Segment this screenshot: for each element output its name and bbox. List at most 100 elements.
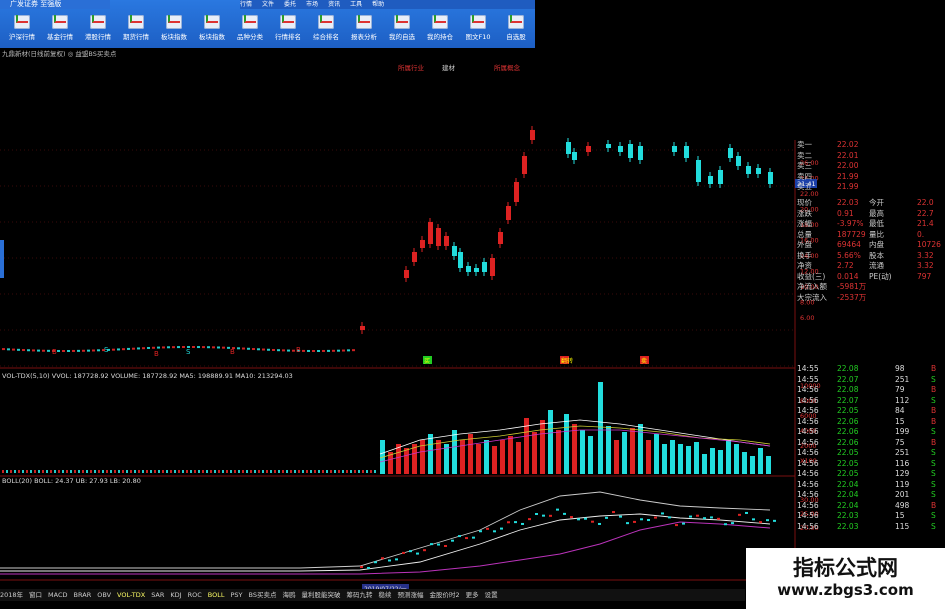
tick-row-cell: 22.08 bbox=[837, 385, 859, 394]
indicator-tab[interactable]: BOLL bbox=[208, 591, 225, 599]
ask-row-cell: 22.02 bbox=[837, 140, 859, 149]
price-flat-bar bbox=[287, 349, 290, 352]
tick-row-cell: 14:56 bbox=[797, 385, 819, 394]
boll-price-dot bbox=[598, 522, 601, 525]
tick-row-cell: 251 bbox=[895, 448, 910, 457]
volume-bar-small bbox=[150, 470, 152, 473]
ask-row: 卖五 21.99 bbox=[795, 182, 945, 193]
indicator-tab[interactable]: SAR bbox=[151, 591, 164, 599]
tick-row-cell: S bbox=[931, 479, 936, 489]
price-flat-bar bbox=[257, 348, 260, 351]
candle-body bbox=[444, 236, 449, 246]
tick-row-cell: 22.05 bbox=[837, 458, 859, 468]
price-flat-bar bbox=[242, 347, 245, 350]
candle-body bbox=[420, 240, 425, 248]
indicator-tab[interactable]: VOL-TDX bbox=[117, 591, 145, 599]
indicator-tab[interactable]: 筹码九转 bbox=[347, 591, 373, 599]
ask-row: 卖三 22.00 bbox=[795, 161, 945, 172]
volume-bar bbox=[588, 436, 593, 474]
candle-body bbox=[746, 166, 751, 174]
indicator-tab[interactable]: 窗口 bbox=[29, 591, 42, 599]
volume-bar-small bbox=[78, 470, 80, 473]
ask-row-cell: 卖三 bbox=[797, 161, 812, 170]
indicator-tab[interactable]: PSY bbox=[230, 591, 242, 599]
volume-bar-small bbox=[262, 470, 264, 473]
volume-bar bbox=[662, 444, 667, 474]
volume-bar bbox=[742, 452, 747, 474]
candle-body bbox=[506, 206, 511, 220]
tick-row: 14:56 22.06 15 B bbox=[795, 417, 945, 428]
candle-body bbox=[728, 148, 733, 158]
tick-row: 14:56 22.03 15 S bbox=[795, 511, 945, 522]
watermark-logo: 指标公式网 www.zbgs3.com bbox=[746, 548, 945, 609]
tick-row-cell: 22.05 bbox=[837, 406, 859, 415]
tick-row-cell: 15 bbox=[895, 416, 905, 426]
indicator-tab[interactable]: 海鸥 bbox=[283, 591, 296, 599]
volume-bar-small bbox=[354, 470, 356, 473]
tick-row: 14:56 22.08 79 B bbox=[795, 385, 945, 396]
indicator-tab[interactable]: KDJ bbox=[170, 591, 181, 599]
price-flat-bar bbox=[32, 349, 35, 352]
volume-bar-small bbox=[326, 470, 328, 473]
stat-row-cell: 3.32 bbox=[917, 250, 934, 260]
boll-price-dot bbox=[647, 519, 650, 522]
boll-price-dot bbox=[577, 518, 580, 521]
volume-bar-small bbox=[114, 470, 116, 473]
volume-bar-small bbox=[2, 470, 4, 473]
boll-price-dot bbox=[465, 537, 468, 540]
indicator-tab[interactable]: BS买卖点 bbox=[249, 591, 277, 599]
price-flat-bar bbox=[262, 348, 265, 351]
volume-bar bbox=[694, 442, 699, 474]
indicator-tab[interactable]: 金股价时2 bbox=[430, 591, 460, 599]
indicator-tab[interactable]: 稳续 bbox=[379, 591, 392, 599]
tick-row-cell: B bbox=[931, 500, 937, 510]
boll-price-dot bbox=[570, 516, 573, 519]
volume-bar bbox=[548, 410, 553, 474]
indicator-tab[interactable]: 2018年 bbox=[0, 591, 23, 599]
stat-row: 净资 2.72 流通 3.32 bbox=[795, 261, 945, 272]
stat-row-cell: 5.66% bbox=[837, 250, 861, 260]
boll-header: BOLL(20) BOLL: 24.37 UB: 27.93 LB: 20.80 bbox=[2, 477, 141, 485]
boll-price-dot bbox=[710, 516, 713, 519]
stat-row-cell: 10726 bbox=[917, 240, 941, 249]
stat-row-cell: 2.72 bbox=[837, 261, 854, 270]
tick-row: 14:56 22.06 75 B bbox=[795, 438, 945, 449]
boll-price-dot bbox=[542, 514, 545, 517]
candle-body bbox=[412, 252, 417, 262]
volume-bar bbox=[606, 426, 611, 474]
boll-price-dot bbox=[696, 514, 699, 517]
volume-bar-small bbox=[270, 470, 272, 473]
stat-row: 外盘 69464 内盘 10726 bbox=[795, 240, 945, 251]
stat-row-cell: PE(动) bbox=[869, 271, 892, 281]
stat-row-cell: 3.32 bbox=[917, 261, 934, 270]
stat-row: 现价 22.03 今开 22.0 bbox=[795, 198, 945, 209]
price-flat-bar bbox=[132, 347, 135, 350]
indicator-tab[interactable]: 更多 bbox=[466, 591, 479, 599]
tick-row: 14:56 22.07 112 S bbox=[795, 396, 945, 407]
boll-price-dot bbox=[416, 552, 419, 555]
candle-body bbox=[436, 228, 441, 246]
volume-bar-small bbox=[54, 470, 56, 473]
stat-row-cell: 股本 bbox=[869, 250, 884, 260]
stat-row-cell: 净流入额 bbox=[797, 282, 827, 291]
indicator-tab[interactable]: ROC bbox=[188, 591, 202, 599]
candle-body bbox=[452, 246, 457, 256]
volume-bar-small bbox=[350, 470, 352, 473]
volume-bar-small bbox=[110, 470, 112, 473]
indicator-tab[interactable]: 预测涨幅 bbox=[398, 591, 424, 599]
indicator-tab[interactable]: OBV bbox=[97, 591, 111, 599]
volume-bar bbox=[404, 448, 409, 474]
indicator-tab[interactable]: 量利股能突破 bbox=[302, 591, 341, 599]
candle-body bbox=[718, 170, 723, 184]
price-flat-bar bbox=[77, 349, 80, 352]
price-flat-bar bbox=[12, 348, 15, 351]
tick-row-cell: 112 bbox=[895, 395, 910, 405]
indicator-tab[interactable]: 设置 bbox=[485, 591, 498, 599]
tick-row-cell: S bbox=[931, 469, 936, 478]
volume-bar-small bbox=[14, 470, 16, 473]
indicator-tab[interactable]: BRAR bbox=[74, 591, 92, 599]
indicator-tab[interactable]: MACD bbox=[48, 591, 67, 599]
price-flat-bar bbox=[352, 349, 355, 352]
volume-bar-small bbox=[290, 470, 292, 473]
signal-marker-label: 买 bbox=[424, 357, 430, 365]
